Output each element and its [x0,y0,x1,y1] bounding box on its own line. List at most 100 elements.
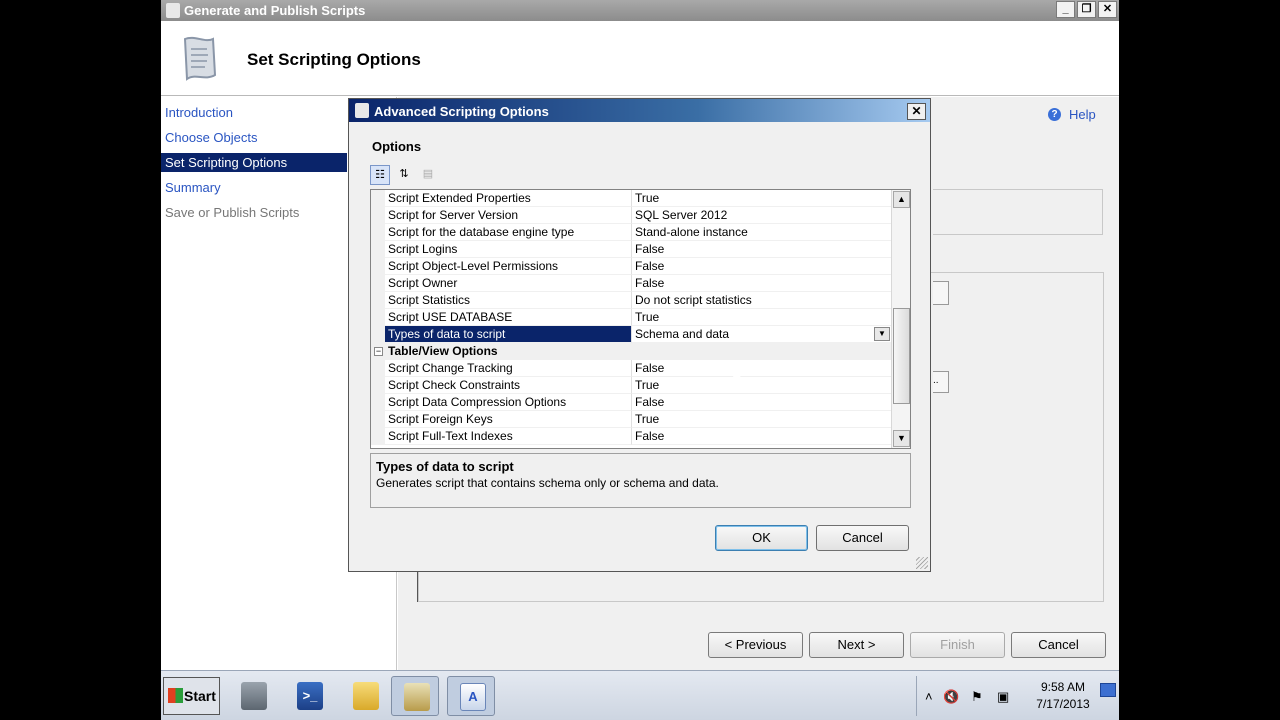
property-grid: Script Extended Properties True Script f… [370,189,911,449]
next-button[interactable]: Next > [809,632,904,658]
scroll-icon [183,36,217,81]
property-row[interactable]: Script Owner False [371,275,891,292]
collapse-icon[interactable]: − [374,347,383,356]
help-link[interactable]: ? Help [1048,107,1096,122]
ssms-tools-icon [404,683,430,711]
alphabetical-icon[interactable]: ⇅ [394,165,414,185]
taskbar-wordpad[interactable]: A [447,676,495,716]
window-controls: _ ❐ ✕ [1056,1,1117,18]
network-icon[interactable]: ▣ [997,689,1009,705]
dialog-titlebar[interactable]: Advanced Scripting Options ✕ [349,99,930,122]
show-hidden-icons-icon[interactable]: ˄ [925,689,933,704]
resize-grip-icon[interactable] [916,557,928,569]
start-button[interactable]: Start [163,677,220,715]
scroll-down-icon[interactable]: ▼ [893,430,910,447]
property-value[interactable]: True [631,377,891,394]
property-value[interactable]: False [631,394,891,411]
minimize-button[interactable]: _ [1056,1,1075,18]
property-category[interactable]: Table/View Options − [371,343,891,360]
property-row[interactable]: Script for Server Version SQL Server 201… [371,207,891,224]
property-row[interactable]: Script for the database engine type Stan… [371,224,891,241]
nav-item-choose-objects[interactable]: Choose Objects [161,128,347,147]
scroll-icon [355,103,369,118]
property-value[interactable]: SQL Server 2012 [631,207,891,224]
options-group-box [933,189,1103,235]
wizard-header: Set Scripting Options [161,21,1119,96]
property-value[interactable]: True [631,309,891,326]
vertical-scrollbar[interactable]: ▲ ▼ [891,190,910,448]
property-name: Script Statistics [385,292,631,309]
clock-time: 9:58 AM [1040,680,1086,694]
property-row[interactable]: Script USE DATABASE True [371,309,891,326]
property-name: Script Change Tracking [385,360,631,377]
wordpad-icon: A [460,683,486,711]
property-row[interactable]: Script Object-Level Permissions False [371,258,891,275]
browse-button-edge[interactable]: .. [933,371,949,393]
property-value-dropdown[interactable]: Schema and data [631,326,891,343]
volume-muted-icon[interactable]: 🔇 [943,689,959,705]
help-icon: ? [1048,108,1061,121]
nav-item-introduction[interactable]: Introduction [161,103,347,122]
nav-item-set-scripting-options[interactable]: Set Scripting Options [161,153,347,172]
dialog-title: Advanced Scripting Options [374,104,549,119]
property-row[interactable]: Script Full-Text Indexes False [371,428,891,445]
dialog-close-button[interactable]: ✕ [907,103,926,120]
clock-date: 7/17/2013 [1036,697,1090,711]
advanced-button-edge[interactable] [933,281,949,305]
property-name: Script Foreign Keys [385,411,631,428]
property-name: Script Full-Text Indexes [385,428,631,445]
maximize-button[interactable]: ❐ [1077,1,1096,18]
explorer-folder-icon [353,682,379,710]
options-label: Options [372,139,422,154]
divider [417,572,418,602]
property-value[interactable]: False [631,428,891,445]
system-tray: ˄ 🔇 ⚑ ▣ 9:58 AM 7/17/2013 [916,676,1119,716]
property-value[interactable]: False [631,241,891,258]
dropdown-arrow-icon[interactable]: ▼ [874,327,890,341]
property-row[interactable]: Script Check Constraints True [371,377,891,394]
property-name: Script Object-Level Permissions [385,258,631,275]
description-heading: Types of data to script [376,459,514,474]
close-button[interactable]: ✕ [1098,1,1117,18]
property-name: Script for the database engine type [385,224,631,241]
property-value[interactable]: Stand-alone instance [631,224,891,241]
scroll-up-icon[interactable]: ▲ [893,191,910,208]
property-value[interactable]: False [631,275,891,292]
show-desktop-button[interactable] [1100,683,1116,697]
property-value[interactable]: True [631,190,891,207]
property-row[interactable]: Script Change Tracking False [371,360,891,377]
taskbar-explorer[interactable] [341,676,389,716]
scroll-thumb[interactable] [893,308,910,404]
dialog-cancel-button[interactable]: Cancel [816,525,909,551]
advanced-scripting-options-dialog: Advanced Scripting Options ✕ Options ☷ ⇅… [348,98,931,572]
category-label: Table/View Options [371,343,891,360]
taskbar-server-manager[interactable] [229,676,277,716]
categorized-icon[interactable]: ☷ [370,165,390,185]
property-row[interactable]: Script Logins False [371,241,891,258]
property-description-panel: Types of data to script Generates script… [370,453,911,508]
previous-button[interactable]: < Previous [708,632,803,658]
property-row[interactable]: Script Foreign Keys True [371,411,891,428]
property-row-selected[interactable]: Types of data to script Schema and data … [371,326,891,343]
property-row[interactable]: Script Statistics Do not script statisti… [371,292,891,309]
window-title: Generate and Publish Scripts [184,3,366,18]
windows-flag-icon [168,688,183,703]
cancel-button[interactable]: Cancel [1011,632,1106,658]
clock[interactable]: 9:58 AM 7/17/2013 [1023,679,1103,713]
property-name: Script Owner [385,275,631,292]
taskbar-powershell[interactable]: >_ [285,676,333,716]
ok-button[interactable]: OK [715,525,808,551]
property-name: Script USE DATABASE [385,309,631,326]
property-pages-icon[interactable]: ▤ [418,165,438,185]
action-center-flag-icon[interactable]: ⚑ [971,689,983,705]
property-value[interactable]: True [631,411,891,428]
nav-item-summary[interactable]: Summary [161,178,347,197]
property-row[interactable]: Script Data Compression Options False [371,394,891,411]
property-value[interactable]: Do not script statistics [631,292,891,309]
taskbar-ssms[interactable] [391,676,439,716]
property-value[interactable]: False [631,360,891,377]
property-value[interactable]: False [631,258,891,275]
wizard-titlebar[interactable]: Generate and Publish Scripts _ ❐ ✕ [161,0,1119,21]
property-row[interactable]: Script Extended Properties True [371,190,891,207]
powershell-icon: >_ [297,682,323,710]
